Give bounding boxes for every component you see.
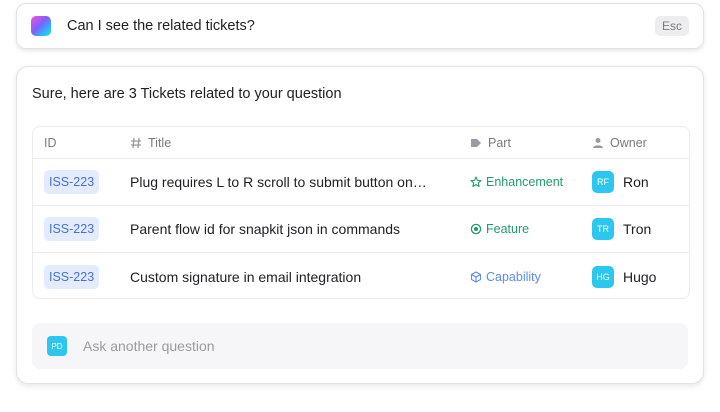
avatar: TR — [592, 218, 614, 240]
table-header: ID Title Part Owner — [33, 127, 689, 159]
table-row[interactable]: ISS-223 Custom signature in email integr… — [33, 253, 689, 298]
ticket-title[interactable]: Custom signature in email integration — [130, 269, 361, 285]
ask-bar[interactable]: PD — [32, 323, 688, 369]
part-label: Capability — [486, 269, 541, 284]
cube-icon — [470, 270, 482, 283]
avatar: HG — [592, 265, 614, 288]
ticket-part[interactable]: Capability — [470, 270, 592, 284]
star-icon — [470, 176, 482, 188]
owner-name: Ron — [623, 174, 649, 190]
ticket-part[interactable]: Enhancement — [470, 175, 592, 189]
avatar: RF — [592, 171, 614, 193]
header-title: Title — [130, 136, 470, 150]
query-bar[interactable]: Can I see the related tickets? Esc — [16, 3, 704, 49]
user-avatar: PD — [47, 336, 67, 356]
ticket-title[interactable]: Plug requires L to R scroll to submit bu… — [130, 174, 427, 190]
header-id-label: ID — [44, 135, 57, 150]
query-text: Can I see the related tickets? — [67, 18, 255, 34]
header-title-label: Title — [148, 135, 172, 150]
esc-button[interactable]: Esc — [654, 16, 689, 36]
answer-card: Sure, here are 3 Tickets related to your… — [16, 66, 704, 384]
ticket-title[interactable]: Parent flow id for snapkit json in comma… — [130, 221, 400, 237]
ticket-id-chip[interactable]: ISS-223 — [44, 217, 100, 241]
hash-icon — [130, 137, 142, 149]
part-label: Enhancement — [486, 175, 564, 189]
header-owner: Owner — [592, 136, 689, 150]
owner-name: Hugo — [623, 268, 657, 285]
ticket-owner[interactable]: RF Ron — [592, 171, 689, 193]
owner-name: Tron — [623, 221, 652, 237]
ticket-owner[interactable]: HG Hugo — [592, 265, 689, 288]
header-part-label: Part — [488, 135, 511, 150]
ticket-id-chip[interactable]: ISS-223 — [44, 264, 100, 289]
user-icon — [592, 137, 604, 149]
part-icon — [470, 137, 482, 149]
header-part: Part — [470, 136, 592, 150]
part-label: Feature — [486, 222, 530, 236]
tickets-table: ID Title Part Owner ISS-223 Plug require… — [32, 126, 690, 299]
ask-input[interactable] — [83, 338, 623, 354]
ticket-part[interactable]: Feature — [470, 222, 592, 236]
ticket-owner[interactable]: TR Tron — [592, 218, 689, 240]
feature-icon — [470, 223, 482, 235]
answer-intro: Sure, here are 3 Tickets related to your… — [32, 86, 342, 102]
table-row[interactable]: ISS-223 Plug requires L to R scroll to s… — [33, 159, 689, 206]
ticket-id-chip[interactable]: ISS-223 — [44, 170, 100, 194]
header-id: ID — [33, 136, 130, 150]
app-logo — [31, 16, 51, 36]
header-owner-label: Owner — [610, 135, 647, 150]
table-row[interactable]: ISS-223 Parent flow id for snapkit json … — [33, 206, 689, 253]
